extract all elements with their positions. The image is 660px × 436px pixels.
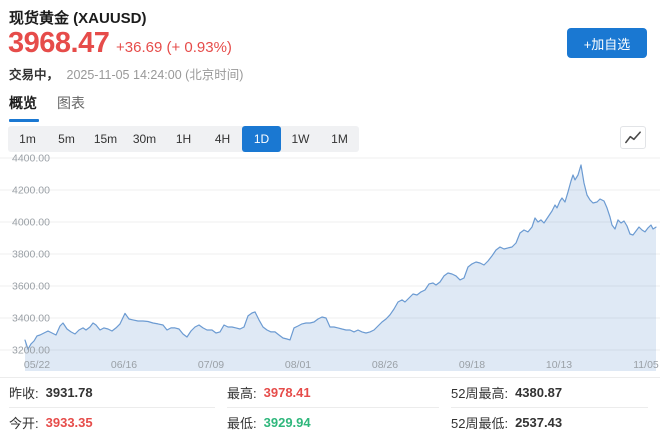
- quote-timestamp: 2025-11-05 14:24:00 (北京时间): [67, 68, 244, 82]
- stat-open-value: 3933.35: [46, 415, 93, 430]
- stats-section: 昨收: 3931.78 最高: 3978.41 52周最高: 4380.87 今开: 3933…: [0, 377, 660, 436]
- stat-52w-high: 52周最高: 4380.87: [451, 378, 648, 408]
- stat-low-value: 3929.94: [264, 415, 311, 430]
- timeframe-1h[interactable]: 1H: [164, 126, 203, 152]
- x-axis-label: 05/22: [24, 359, 50, 371]
- price-chart[interactable]: 4400.00 4200.00 4000.00 3800.00 3600.00 3400.…: [0, 150, 660, 374]
- last-price: 3968.47: [8, 27, 109, 60]
- timeframe-1m[interactable]: 1m: [8, 126, 47, 152]
- stat-prev-close-label: 昨收:: [9, 383, 39, 402]
- stat-52w-low-label: 52周最低:: [451, 413, 508, 432]
- tab-overview[interactable]: 概览: [9, 93, 37, 122]
- trading-status: 交易中，: [9, 68, 59, 82]
- timeframe-group: 1m5m15m30m1H4H1D1W1M: [8, 126, 359, 152]
- timeframe-30m[interactable]: 30m: [125, 126, 164, 152]
- stat-52w-low-value: 2537.43: [515, 415, 562, 430]
- stat-low: 最低: 3929.94: [227, 408, 439, 436]
- x-axis-label: 08/26: [372, 359, 398, 371]
- stat-high-label: 最高:: [227, 383, 257, 402]
- chart-type-button[interactable]: [620, 126, 646, 149]
- y-axis-label: 3800.00: [12, 249, 50, 261]
- timeframe-4h[interactable]: 4H: [203, 126, 242, 152]
- line-chart-icon: [623, 130, 643, 146]
- x-axis-label: 10/13: [546, 359, 572, 371]
- price-change: +36.69 (+ 0.93%): [116, 39, 232, 56]
- stat-low-label: 最低:: [227, 413, 257, 432]
- stat-high-value: 3978.41: [264, 385, 311, 400]
- y-axis-label: 4000.00: [12, 217, 50, 229]
- price-area-chart[interactable]: 4400.00 4200.00 4000.00 3800.00 3600.00 3400.…: [0, 150, 660, 374]
- quote-page: 现货黄金 (XAUUSD) 3968.47 +36.69 (+ 0.93%) +…: [0, 0, 660, 436]
- y-axis-label: 3400.00: [12, 313, 50, 325]
- x-axis-label: 07/09: [198, 359, 224, 371]
- x-axis-label: 09/18: [459, 359, 485, 371]
- price-area-fill: [25, 165, 656, 371]
- x-axis-label: 08/01: [285, 359, 311, 371]
- timeframe-15m[interactable]: 15m: [86, 126, 125, 152]
- stat-prev-close: 昨收: 3931.78: [9, 378, 215, 408]
- stat-52w-high-label: 52周最高:: [451, 383, 508, 402]
- add-watchlist-button[interactable]: +加自选: [567, 28, 647, 58]
- tab-chart[interactable]: 图表: [57, 93, 85, 122]
- timeframe-1w[interactable]: 1W: [281, 126, 320, 152]
- timeframe-5m[interactable]: 5m: [47, 126, 86, 152]
- stat-52w-high-value: 4380.87: [515, 385, 562, 400]
- stat-prev-close-value: 3931.78: [46, 385, 93, 400]
- timeframe-1d[interactable]: 1D: [242, 126, 281, 152]
- timeframe-1m[interactable]: 1M: [320, 126, 359, 152]
- stat-open: 今开: 3933.35: [9, 408, 215, 436]
- y-axis-label: 3600.00: [12, 281, 50, 293]
- stat-open-label: 今开:: [9, 413, 39, 432]
- y-axis-label: 3200.00: [12, 345, 50, 357]
- status-row: 交易中， 2025-11-05 14:24:00 (北京时间): [9, 64, 243, 83]
- y-axis-label: 4400.00: [12, 153, 50, 165]
- y-axis-label: 4200.00: [12, 185, 50, 197]
- x-axis-label: 06/16: [111, 359, 137, 371]
- x-axis-label: 11/05: [633, 359, 659, 371]
- instrument-title: 现货黄金 (XAUUSD): [9, 7, 147, 28]
- view-tabs: 概览 图表: [9, 93, 85, 122]
- stat-high: 最高: 3978.41: [227, 378, 439, 408]
- stat-52w-low: 52周最低: 2537.43: [451, 408, 648, 436]
